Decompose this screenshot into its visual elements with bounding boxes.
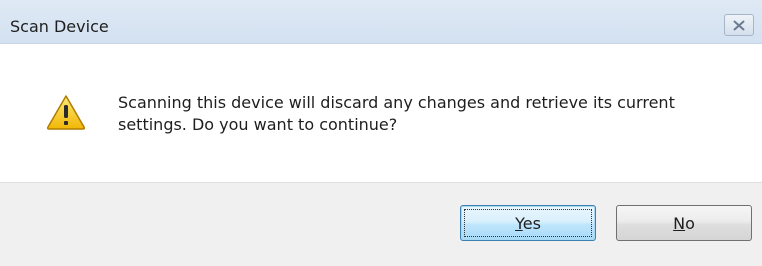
warning-icon <box>46 94 86 130</box>
close-button[interactable] <box>724 14 754 36</box>
title-bar[interactable]: Scan Device <box>0 0 762 44</box>
yes-mnemonic: Y <box>515 213 523 233</box>
dialog-message: Scanning this device will discard any ch… <box>118 93 675 134</box>
no-mnemonic: N <box>673 213 686 233</box>
no-button[interactable]: No <box>616 205 752 241</box>
scan-device-dialog: Scan Device Scanning this device will di… <box>0 0 762 266</box>
dialog-content: Scanning this device will discard any ch… <box>0 44 762 182</box>
dialog-title: Scan Device <box>10 17 109 36</box>
yes-button-label: Yes <box>515 214 541 233</box>
no-label-rest: o <box>685 213 695 233</box>
close-icon <box>733 20 745 31</box>
yes-button[interactable]: Yes <box>460 205 596 241</box>
button-bar: Yes No <box>0 182 762 266</box>
yes-label-rest: es <box>522 213 541 233</box>
no-button-label: No <box>673 214 695 233</box>
